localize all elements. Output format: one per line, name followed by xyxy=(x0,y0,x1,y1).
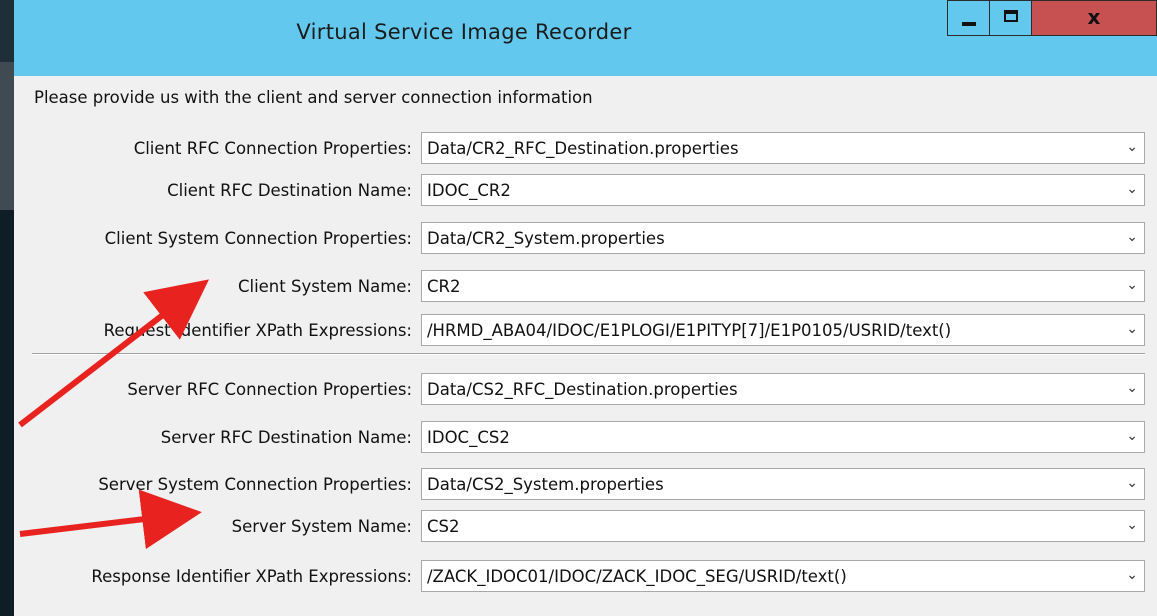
client-system-connection-combobox[interactable]: Data/CR2_System.properties ⌄ xyxy=(421,222,1145,254)
chevron-down-icon[interactable]: ⌄ xyxy=(1126,380,1138,396)
field-label: Client System Connection Properties: xyxy=(104,229,412,248)
instruction-text: Please provide us with the client and se… xyxy=(34,88,593,107)
window-title: Virtual Service Image Recorder xyxy=(296,20,632,44)
chevron-down-icon[interactable]: ⌄ xyxy=(1126,277,1138,293)
server-rfc-connection-combobox[interactable]: Data/CS2_RFC_Destination.properties ⌄ xyxy=(421,373,1145,405)
chevron-down-icon[interactable]: ⌄ xyxy=(1126,181,1138,197)
client-system-connection-row: Client System Connection Properties: Dat… xyxy=(24,222,1147,256)
chevron-down-icon[interactable]: ⌄ xyxy=(1126,139,1138,155)
combo-value: CR2 xyxy=(427,277,461,296)
field-label: Client System Name: xyxy=(237,277,412,296)
chevron-down-icon[interactable]: ⌄ xyxy=(1126,475,1138,491)
combo-value: /ZACK_IDOC01/IDOC/ZACK_IDOC_SEG/USRID/te… xyxy=(427,567,847,586)
combo-value: /HRMD_ABA04/IDOC/E1PLOGI/E1PITYP[7]/E1P0… xyxy=(427,321,952,340)
response-xpath-combobox[interactable]: /ZACK_IDOC01/IDOC/ZACK_IDOC_SEG/USRID/te… xyxy=(421,560,1145,592)
maximize-button[interactable] xyxy=(989,0,1032,36)
server-rfc-destination-row: Server RFC Destination Name: IDOC_CS2 ⌄ xyxy=(24,421,1147,455)
field-label: Server RFC Connection Properties: xyxy=(127,380,412,399)
combo-value: CS2 xyxy=(427,517,460,536)
response-xpath-row: Response Identifier XPath Expressions: /… xyxy=(24,560,1147,594)
field-label: Request Identifier XPath Expressions: xyxy=(103,321,412,340)
client-rfc-connection-row: Client RFC Connection Properties: Data/C… xyxy=(24,132,1147,166)
client-rfc-connection-combobox[interactable]: Data/CR2_RFC_Destination.properties ⌄ xyxy=(421,132,1145,164)
field-label: Server System Connection Properties: xyxy=(98,475,412,494)
server-system-connection-row: Server System Connection Properties: Dat… xyxy=(24,468,1147,502)
client-rfc-destination-row: Client RFC Destination Name: IDOC_CR2 ⌄ xyxy=(24,174,1147,208)
server-system-connection-combobox[interactable]: Data/CS2_System.properties ⌄ xyxy=(421,468,1145,500)
request-xpath-row: Request Identifier XPath Expressions: /H… xyxy=(24,314,1147,348)
combo-value: Data/CR2_System.properties xyxy=(427,229,665,248)
maximize-icon xyxy=(1004,10,1018,22)
combo-value: Data/CR2_RFC_Destination.properties xyxy=(427,139,739,158)
combo-value: IDOC_CS2 xyxy=(427,428,510,447)
combo-value: Data/CS2_System.properties xyxy=(427,475,664,494)
chevron-down-icon[interactable]: ⌄ xyxy=(1126,229,1138,245)
server-rfc-connection-row: Server RFC Connection Properties: Data/C… xyxy=(24,373,1147,407)
field-label: Server System Name: xyxy=(231,517,412,536)
field-label: Response Identifier XPath Expressions: xyxy=(91,567,412,586)
chevron-down-icon[interactable]: ⌄ xyxy=(1126,567,1138,583)
client-system-name-combobox[interactable]: CR2 ⌄ xyxy=(421,270,1145,302)
server-rfc-destination-combobox[interactable]: IDOC_CS2 ⌄ xyxy=(421,421,1145,453)
server-system-name-row: Server System Name: CS2 ⌄ xyxy=(24,510,1147,544)
combo-value: IDOC_CR2 xyxy=(427,181,511,200)
form-area: Please provide us with the client and se… xyxy=(24,76,1147,616)
chevron-down-icon[interactable]: ⌄ xyxy=(1126,428,1138,444)
close-icon: x xyxy=(1087,5,1101,29)
client-rfc-destination-combobox[interactable]: IDOC_CR2 ⌄ xyxy=(421,174,1145,206)
client-system-name-row: Client System Name: CR2 ⌄ xyxy=(24,270,1147,304)
server-system-name-combobox[interactable]: CS2 ⌄ xyxy=(421,510,1145,542)
minimize-button[interactable] xyxy=(947,0,990,36)
close-button[interactable]: x xyxy=(1031,0,1157,36)
field-label: Client RFC Destination Name: xyxy=(167,181,412,200)
combo-value: Data/CS2_RFC_Destination.properties xyxy=(427,380,738,399)
chevron-down-icon[interactable]: ⌄ xyxy=(1126,517,1138,533)
section-divider xyxy=(32,353,1145,355)
minimize-icon xyxy=(962,22,976,26)
field-label: Client RFC Connection Properties: xyxy=(133,139,412,158)
request-xpath-combobox[interactable]: /HRMD_ABA04/IDOC/E1PLOGI/E1PITYP[7]/E1P0… xyxy=(421,314,1145,346)
field-label: Server RFC Destination Name: xyxy=(160,428,412,447)
title-bar[interactable]: Virtual Service Image Recorder x xyxy=(14,0,1157,76)
chevron-down-icon[interactable]: ⌄ xyxy=(1126,321,1138,337)
recorder-window: Virtual Service Image Recorder x Please … xyxy=(14,0,1157,616)
